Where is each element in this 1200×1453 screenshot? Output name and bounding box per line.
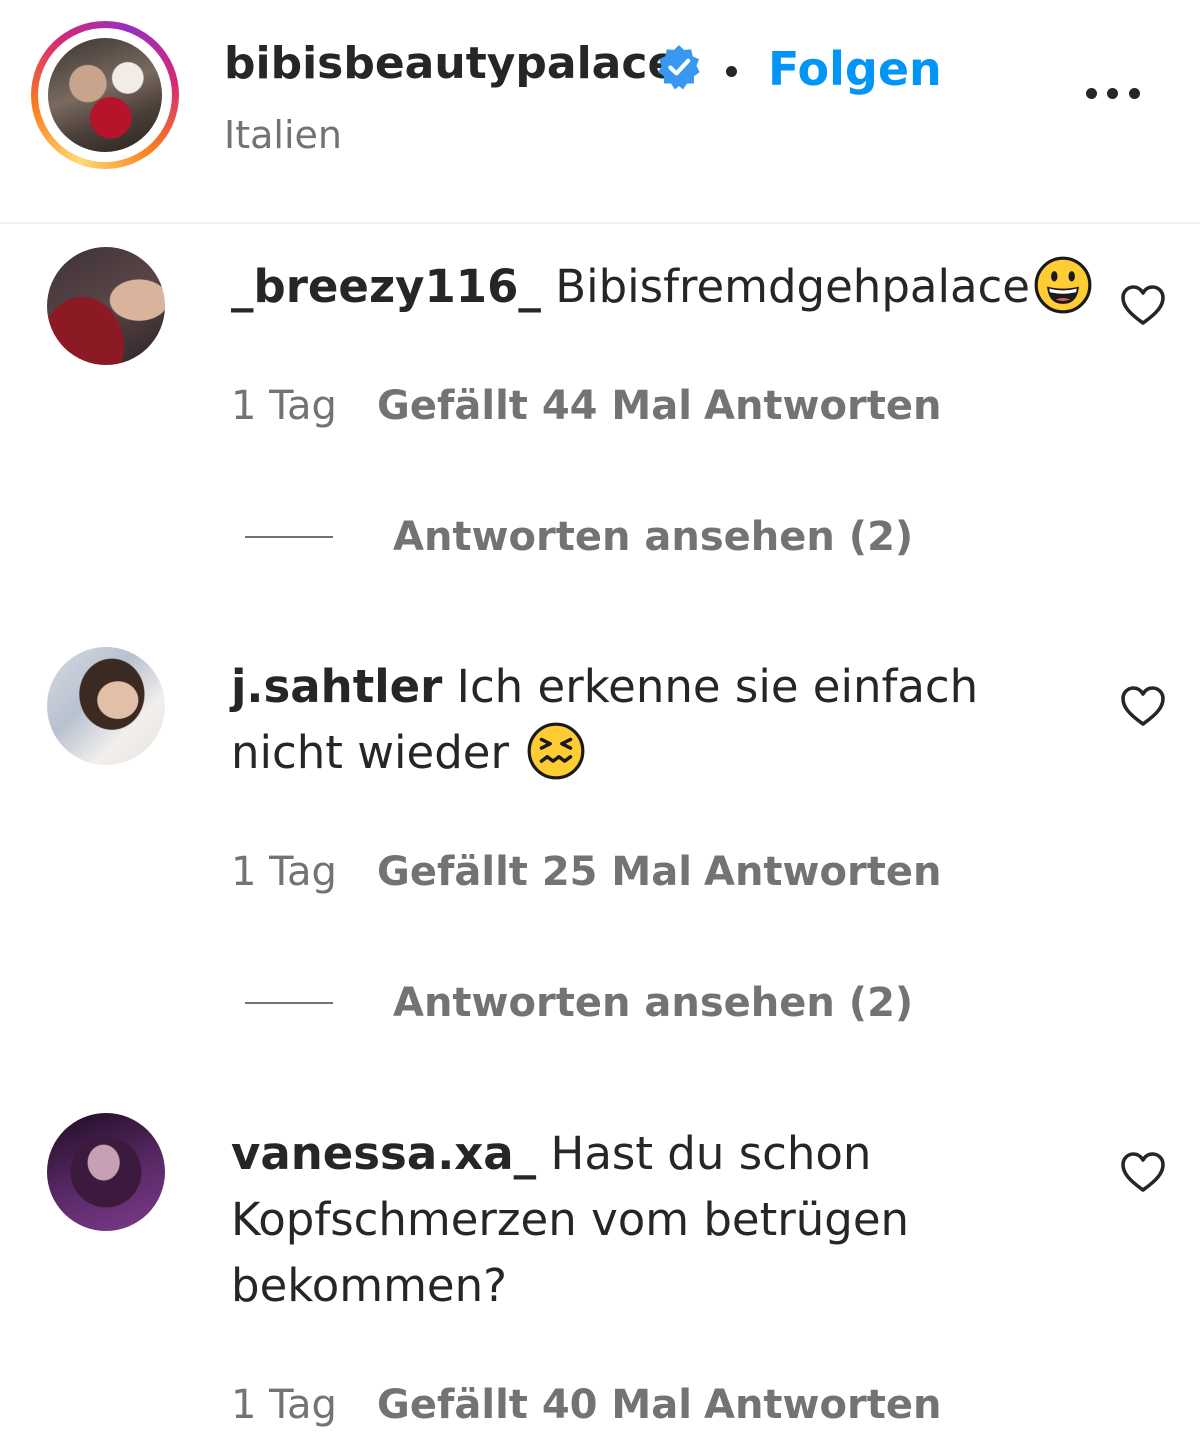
comment-likes[interactable]: Gefällt 25 Mal [377,849,692,895]
commenter-avatar[interactable] [47,647,165,765]
separator-dot [726,66,737,77]
comment-text: Bibisfremdgehpalace [555,260,1030,313]
view-replies-line [245,536,333,538]
comment-body: j.sahtler Ich erkenne sie einfach nicht … [231,654,1101,786]
view-replies-label: Antworten ansehen (2) [393,980,914,1026]
comment-time: 1 Tag [231,849,337,895]
follow-button[interactable]: Folgen [768,42,942,96]
commenter-username[interactable]: vanessa.xa_ [231,1127,536,1180]
story-ring-gap [38,28,172,162]
like-heart-icon[interactable] [1119,1150,1167,1194]
commenter-username[interactable]: j.sahtler [231,660,442,713]
reply-button[interactable]: Antworten [704,849,941,895]
post-header: bibisbeautypalace Folgen Italien [0,0,1200,224]
grinning-face-emoji-icon [1034,256,1092,314]
view-replies-line [245,1002,333,1004]
verified-badge-icon [658,45,700,90]
commenter-avatar[interactable] [47,1113,165,1231]
commenter-username[interactable]: _breezy116_ [231,260,541,313]
comment-time: 1 Tag [231,383,337,429]
more-options-icon[interactable] [1080,80,1146,110]
comment-likes[interactable]: Gefällt 40 Mal [377,1382,692,1428]
like-heart-icon[interactable] [1119,684,1167,728]
view-replies-label: Antworten ansehen (2) [393,514,914,560]
post-location[interactable]: Italien [224,113,342,157]
comment-time: 1 Tag [231,1382,337,1428]
reply-button[interactable]: Antworten [704,383,941,429]
like-heart-icon[interactable] [1119,283,1167,327]
confounded-face-emoji-icon [527,722,585,780]
author-avatar-story-ring[interactable] [31,21,179,169]
reply-button[interactable]: Antworten [704,1382,941,1428]
commenter-avatar[interactable] [47,247,165,365]
comment-body: vanessa.xa_ Hast du schon Kopfschmerzen … [231,1121,1101,1319]
comment-body: _breezy116_ Bibisfremdgehpalace [231,254,1101,320]
author-username[interactable]: bibisbeautypalace [224,38,677,89]
comment-likes[interactable]: Gefällt 44 Mal [377,383,692,429]
author-avatar[interactable] [48,38,162,152]
